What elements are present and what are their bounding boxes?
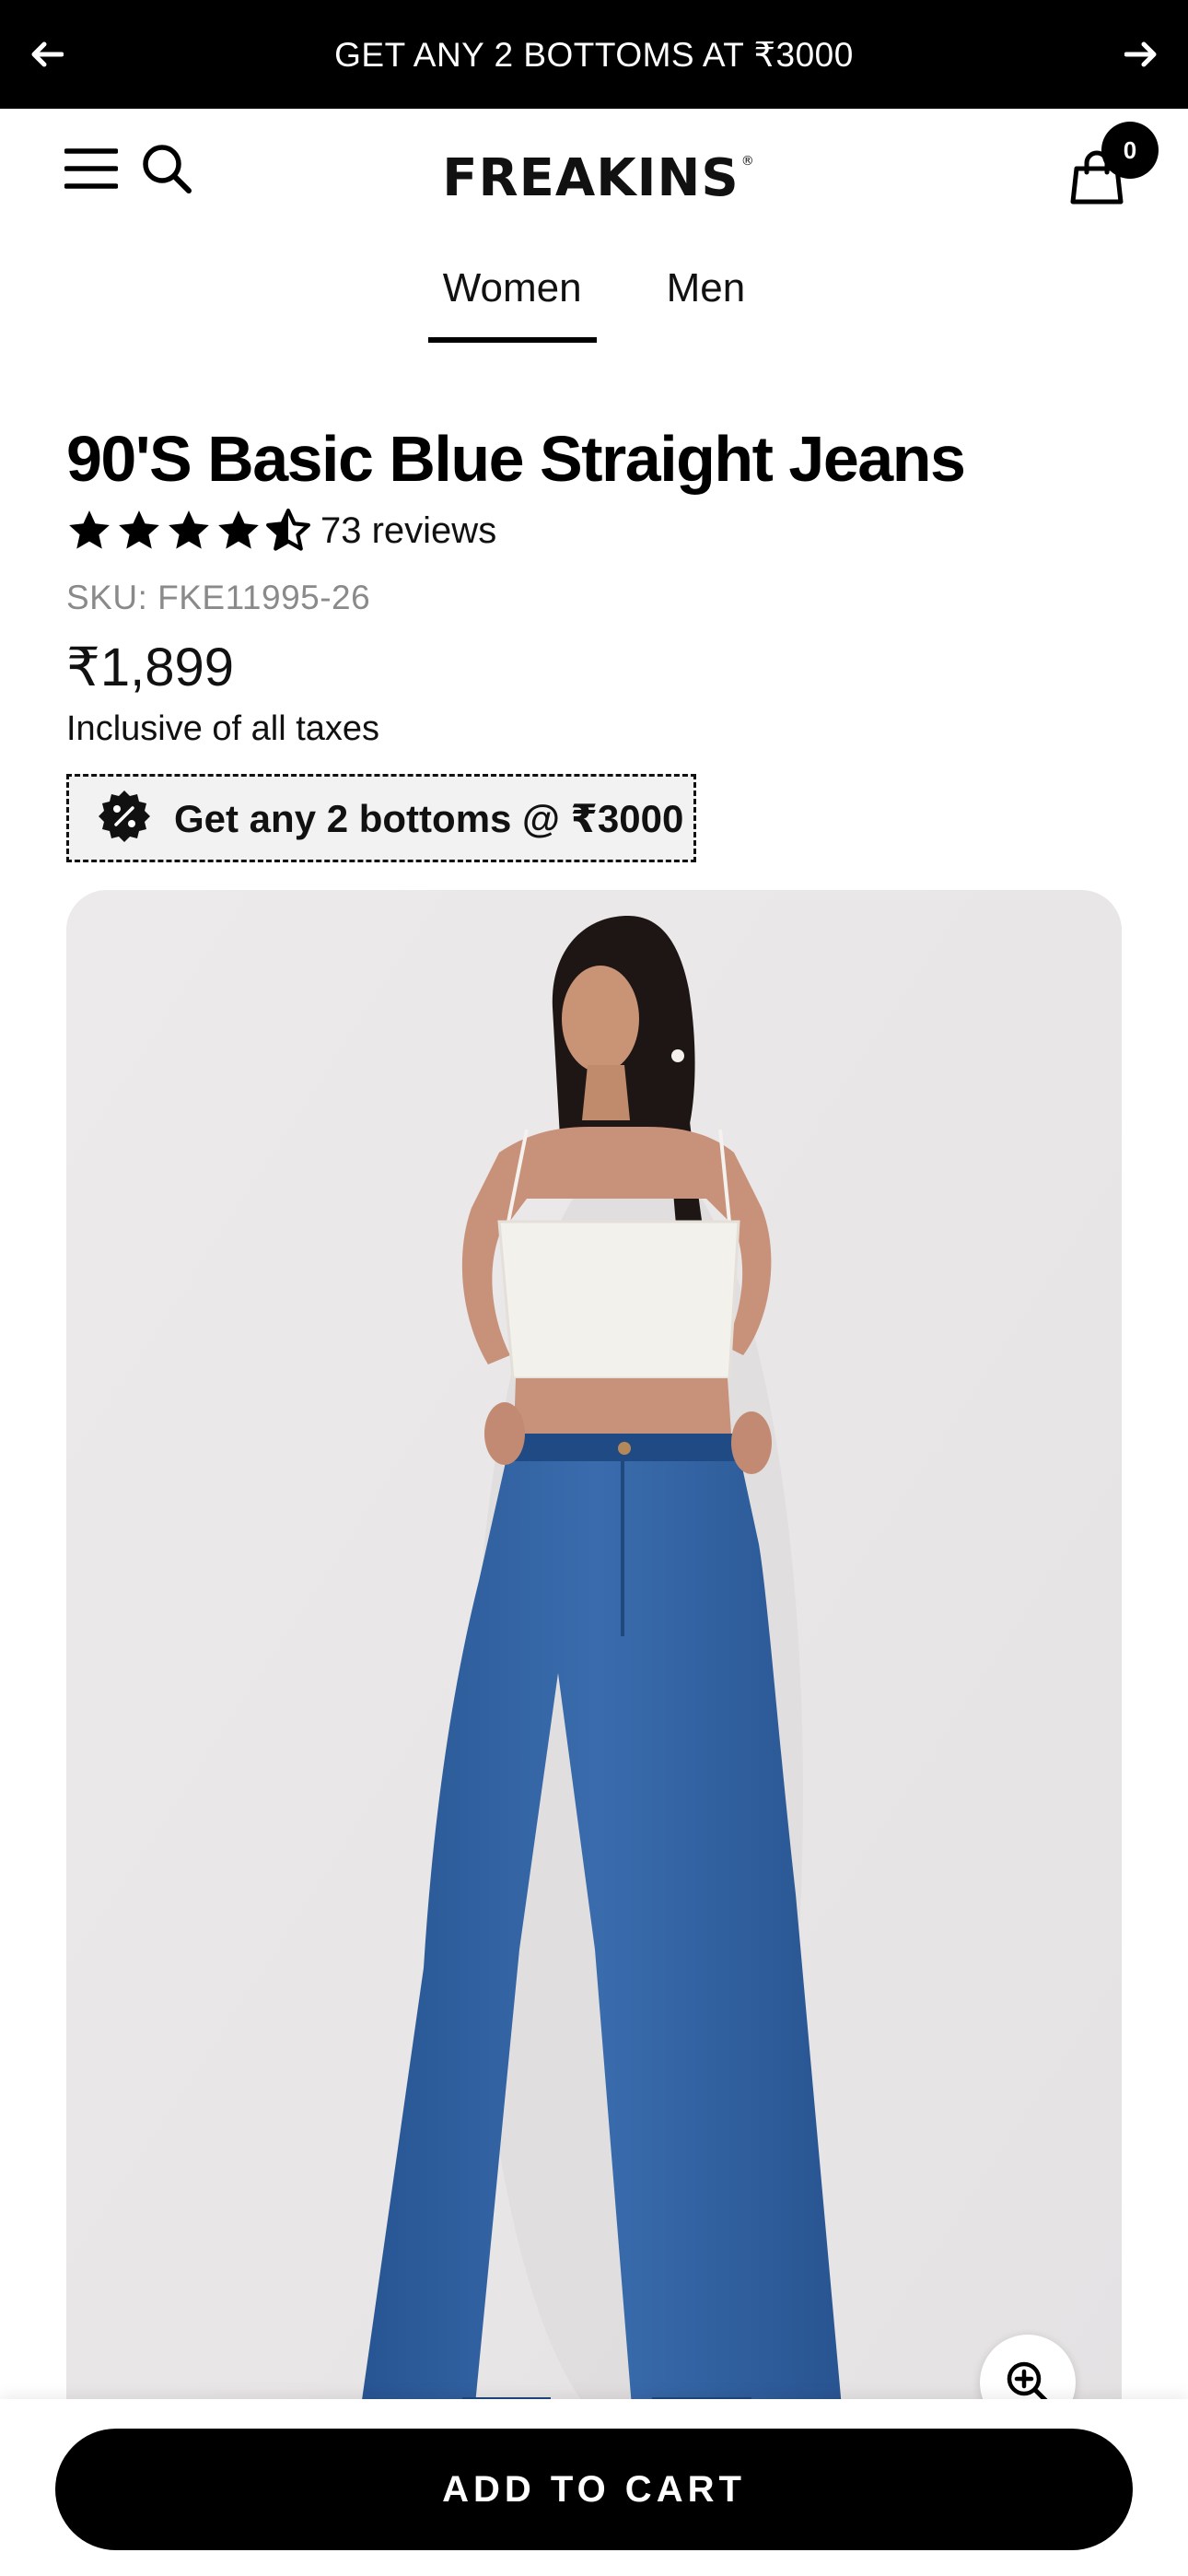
brand-logo[interactable]: FREAKINS ® xyxy=(442,146,753,210)
product-image-gallery[interactable] xyxy=(66,890,1122,2493)
site-header: FREAKINS ® 0 xyxy=(0,109,1188,238)
arrow-right-icon[interactable] xyxy=(1118,31,1164,77)
star-full-icon xyxy=(218,510,259,549)
star-full-icon xyxy=(119,510,159,549)
reviews-link[interactable]: 73 reviews xyxy=(320,510,496,552)
gender-tabs: Women Men xyxy=(0,260,1188,343)
star-full-icon xyxy=(69,510,110,549)
star-full-icon xyxy=(169,510,209,549)
announcement-text[interactable]: GET ANY 2 BOTTOMS AT ₹3000 xyxy=(334,35,854,75)
search-icon[interactable] xyxy=(140,142,193,195)
product-price: ₹1,899 xyxy=(66,638,235,697)
tab-men[interactable]: Men xyxy=(652,260,761,343)
discount-badge-icon xyxy=(97,789,152,849)
offer-banner[interactable]: Get any 2 bottoms @ ₹3000 xyxy=(66,774,696,862)
product-page: GET ANY 2 BOTTOMS AT ₹3000 FREAKINS ® 0 W… xyxy=(0,0,1188,2576)
cart-count-badge[interactable]: 0 xyxy=(1101,122,1159,179)
product-image[interactable] xyxy=(66,890,1122,2493)
tab-women[interactable]: Women xyxy=(427,260,597,343)
announcement-bar: GET ANY 2 BOTTOMS AT ₹3000 xyxy=(0,0,1188,109)
tax-note: Inclusive of all taxes xyxy=(66,709,380,748)
star-half-icon xyxy=(266,509,310,551)
offer-text: Get any 2 bottoms @ ₹3000 xyxy=(174,796,684,840)
product-sku: SKU: FKE11995-26 xyxy=(66,579,371,616)
logo-mark: ® xyxy=(740,154,755,169)
star-rating xyxy=(66,509,311,553)
hamburger-menu-icon[interactable] xyxy=(63,144,120,193)
add-to-cart-button[interactable]: ADD TO CART xyxy=(55,2429,1133,2550)
rating-row[interactable]: 73 reviews xyxy=(66,505,496,556)
sticky-cta-bar: ADD TO CART xyxy=(0,2399,1188,2576)
arrow-left-icon[interactable] xyxy=(24,31,70,77)
product-title: 90'S Basic Blue Straight Jeans xyxy=(66,423,966,495)
logo-text: FREAKINS xyxy=(442,147,740,208)
